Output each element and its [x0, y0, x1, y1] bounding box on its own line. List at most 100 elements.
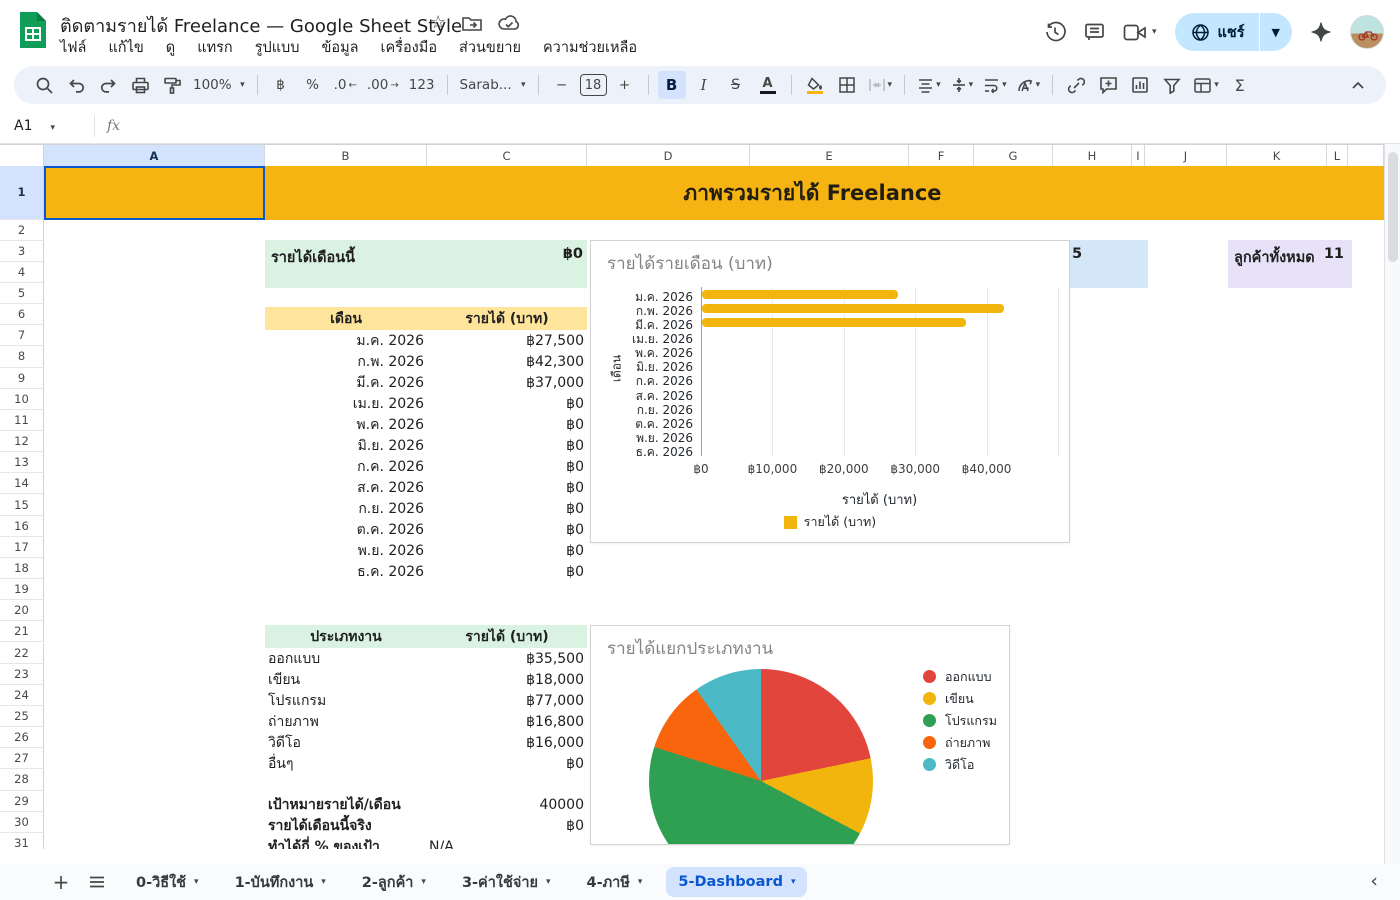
- font-size-input[interactable]: 18: [579, 74, 607, 96]
- row-header-31[interactable]: 31: [0, 832, 44, 849]
- name-box[interactable]: A1 ▾: [0, 118, 88, 134]
- sheet-tab-caret-icon[interactable]: ▾: [638, 877, 643, 887]
- summary-label-cell[interactable]: รายได้เดือนนี้จริง: [265, 815, 427, 837]
- number-format-button[interactable]: 123: [406, 71, 438, 99]
- vertical-align-button[interactable]: ▾: [948, 71, 977, 99]
- row-header-4[interactable]: 4: [0, 261, 44, 283]
- income-cell[interactable]: ฿0: [427, 564, 587, 580]
- menu-item-6[interactable]: เครื่องมือ: [381, 36, 438, 59]
- sheet-tab-caret-icon[interactable]: ▾: [421, 877, 426, 887]
- income-cell[interactable]: ฿27,500: [427, 333, 587, 349]
- type-table-header[interactable]: ประเภทงาน รายได้ (บาท): [265, 625, 587, 648]
- insert-chart-icon[interactable]: [1126, 71, 1154, 99]
- font-select[interactable]: Sarab... ▾: [457, 71, 529, 99]
- bold-button[interactable]: B: [657, 71, 686, 99]
- monthly-table-header[interactable]: เดือน รายได้ (บาท): [265, 307, 587, 330]
- month-row[interactable]: พ.ค. 2026 ฿0: [265, 414, 587, 435]
- type-row[interactable]: ออกแบบ ฿35,500: [265, 648, 587, 669]
- column-header-F[interactable]: F: [909, 145, 974, 166]
- month-cell[interactable]: ต.ค. 2026: [265, 519, 427, 541]
- fill-color-button[interactable]: [801, 71, 829, 99]
- column-header-J[interactable]: J: [1145, 145, 1227, 166]
- borders-icon[interactable]: [833, 71, 861, 99]
- sheet-tab-3-ค่าใช้จ่าย[interactable]: 3-ค่าใช้จ่าย ▾: [450, 867, 563, 897]
- month-cell[interactable]: มี.ค. 2026: [265, 372, 427, 394]
- type-cell[interactable]: วิดีโอ: [265, 732, 427, 754]
- summary-label-cell[interactable]: ทำได้กี่ % ของเป้า: [265, 836, 427, 849]
- type-row[interactable]: อื่นๆ ฿0: [265, 753, 587, 774]
- version-history-icon[interactable]: [1044, 21, 1066, 43]
- menu-item-1[interactable]: แก้ไข: [108, 36, 143, 59]
- summary-label-cell[interactable]: เป้าหมายรายได้/เดือน: [265, 794, 427, 816]
- sheet-tab-caret-icon[interactable]: ▾: [321, 877, 326, 887]
- month-row[interactable]: ก.ค. 2026 ฿0: [265, 456, 587, 477]
- row-header-22[interactable]: 22: [0, 642, 44, 664]
- move-folder-icon[interactable]: [462, 15, 482, 31]
- meet-video-icon[interactable]: ▾: [1123, 24, 1157, 41]
- month-cell[interactable]: พ.ย. 2026: [265, 540, 427, 562]
- income-cell[interactable]: ฿0: [427, 522, 587, 538]
- month-cell[interactable]: พ.ค. 2026: [265, 414, 427, 436]
- menu-item-5[interactable]: ข้อมูล: [321, 36, 358, 59]
- row-header-10[interactable]: 10: [0, 388, 44, 410]
- column-header-E[interactable]: E: [750, 145, 909, 166]
- decrease-font-size-button[interactable]: −: [548, 71, 576, 99]
- row-header-16[interactable]: 16: [0, 515, 44, 537]
- month-row[interactable]: มิ.ย. 2026 ฿0: [265, 435, 587, 456]
- month-cell[interactable]: ก.พ. 2026: [265, 351, 427, 373]
- month-row[interactable]: เม.ย. 2026 ฿0: [265, 393, 587, 414]
- merge-cells-button[interactable]: ▾: [865, 71, 896, 99]
- month-row[interactable]: พ.ย. 2026 ฿0: [265, 541, 587, 562]
- column-header-K[interactable]: K: [1227, 145, 1327, 166]
- menu-item-7[interactable]: ส่วนขยาย: [459, 36, 521, 59]
- row-header-8[interactable]: 8: [0, 346, 44, 368]
- sheet-tab-4-ภาษี[interactable]: 4-ภาษี ▾: [575, 867, 655, 897]
- column-header-C[interactable]: C: [427, 145, 587, 166]
- row-header-27[interactable]: 27: [0, 748, 44, 770]
- undo-icon[interactable]: [62, 71, 90, 99]
- month-row[interactable]: ก.ย. 2026 ฿0: [265, 499, 587, 520]
- column-header-L[interactable]: L: [1327, 145, 1348, 166]
- select-all-corner[interactable]: [0, 145, 44, 166]
- month-row[interactable]: ก.พ. 2026 ฿42,300: [265, 351, 587, 372]
- income-cell[interactable]: ฿42,300: [427, 354, 587, 370]
- share-caret-icon[interactable]: ▼: [1260, 13, 1292, 51]
- vertical-scrollbar[interactable]: [1384, 144, 1400, 864]
- row-header-29[interactable]: 29: [0, 790, 44, 812]
- format-percent-button[interactable]: %: [299, 71, 327, 99]
- menu-item-0[interactable]: ไฟล์: [60, 36, 86, 59]
- summary-row[interactable]: รายได้เดือนนี้จริง ฿0: [265, 815, 587, 836]
- decrease-decimal-button[interactable]: .0 ←: [331, 71, 360, 99]
- column-header-A[interactable]: A: [44, 145, 265, 166]
- share-button[interactable]: แชร์ ▼: [1174, 13, 1292, 51]
- monthly-income-bar-chart[interactable]: รายได้รายเดือน (บาท) ม.ค. 2026 ก.พ. 2026 ม…: [590, 240, 1070, 543]
- row-header-19[interactable]: 19: [0, 579, 44, 601]
- row-header-26[interactable]: 26: [0, 727, 44, 749]
- table-views-icon[interactable]: ▾: [1190, 71, 1222, 99]
- summary-row[interactable]: เป้าหมายรายได้/เดือน 40000: [265, 794, 587, 815]
- paint-format-icon[interactable]: [158, 71, 186, 99]
- summary-value-cell[interactable]: 40000: [427, 797, 587, 813]
- summary-value-cell[interactable]: ฿0: [427, 818, 587, 834]
- month-cell[interactable]: ม.ค. 2026: [265, 330, 427, 352]
- summary-value-cell[interactable]: N/A: [427, 839, 587, 849]
- sheet-tab-2-ลูกค้า[interactable]: 2-ลูกค้า ▾: [350, 867, 438, 897]
- row-header-2[interactable]: 2: [0, 219, 44, 241]
- menu-item-3[interactable]: แทรก: [197, 36, 232, 59]
- income-cell[interactable]: ฿77,000: [427, 693, 587, 709]
- column-header-B[interactable]: B: [265, 145, 427, 166]
- row-header-17[interactable]: 17: [0, 536, 44, 558]
- strikethrough-button[interactable]: S: [722, 71, 750, 99]
- row-header-23[interactable]: 23: [0, 663, 44, 685]
- gemini-icon[interactable]: [1310, 21, 1332, 43]
- income-cell[interactable]: ฿0: [427, 459, 587, 475]
- income-cell[interactable]: ฿0: [427, 417, 587, 433]
- month-cell[interactable]: ก.ค. 2026: [265, 456, 427, 478]
- type-cell[interactable]: โปรแกรม: [265, 690, 427, 712]
- account-avatar[interactable]: [1350, 15, 1384, 49]
- kpi-month-income-cell[interactable]: รายได้เดือนนี้ ฿0: [265, 240, 587, 288]
- insert-comment-icon[interactable]: [1094, 71, 1122, 99]
- functions-button[interactable]: Σ: [1226, 71, 1254, 99]
- row-header-15[interactable]: 15: [0, 494, 44, 516]
- print-icon[interactable]: [126, 71, 154, 99]
